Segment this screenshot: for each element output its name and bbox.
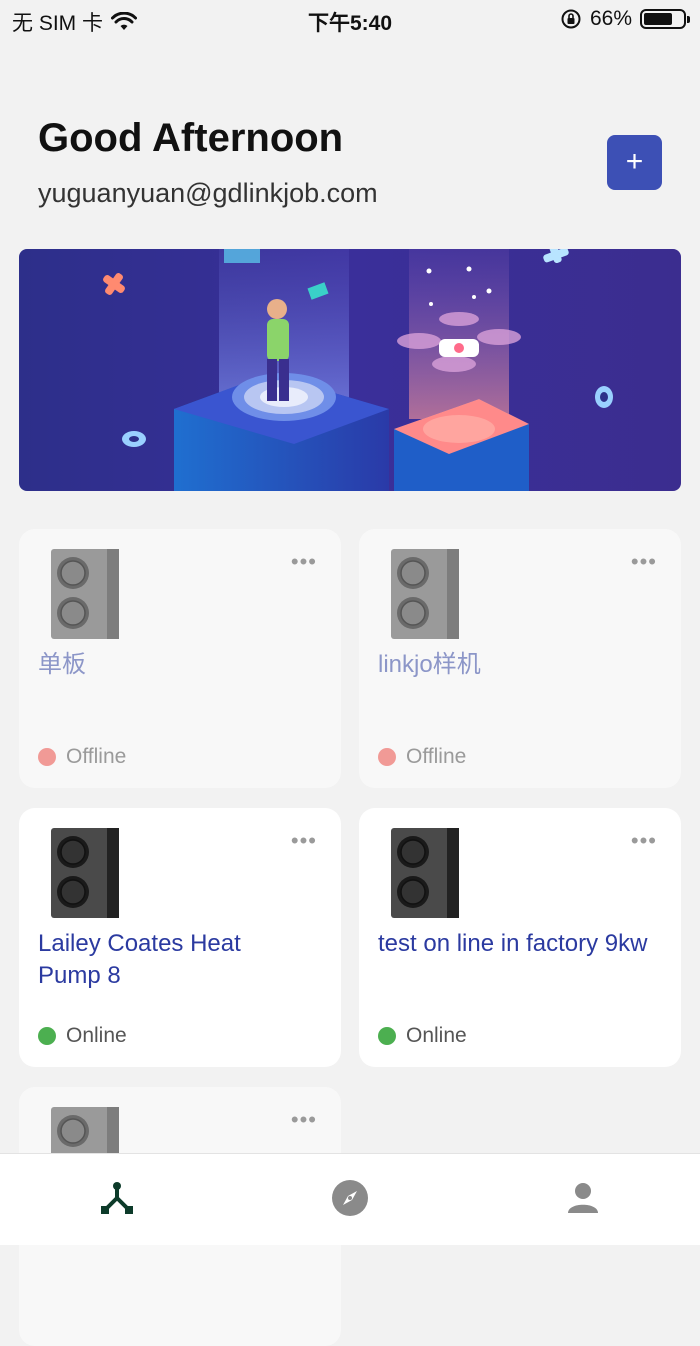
more-options-icon[interactable]: ••• (631, 551, 657, 573)
status-dot-icon (378, 1027, 396, 1045)
status-label: Offline (66, 745, 127, 768)
add-device-button[interactable]: + (607, 135, 662, 190)
device-status: Offline (38, 745, 126, 769)
user-email: yuguanyuan@gdlinkjob.com (38, 178, 378, 208)
device-card[interactable]: ••• 单板 Offline (19, 529, 341, 788)
status-bar: 无 SIM 卡 下午5:40 66% (0, 0, 700, 40)
device-card[interactable]: ••• test on line in factory 9kw Online (359, 808, 681, 1067)
more-options-icon[interactable]: ••• (291, 1109, 317, 1131)
status-label: Offline (406, 745, 467, 768)
device-card[interactable]: ••• linkjo样机 Offline (359, 529, 681, 788)
device-name: Lailey Coates Heat Pump 8 (38, 930, 241, 989)
heat-pump-icon (391, 549, 459, 639)
heat-pump-icon (391, 828, 459, 918)
battery-percent: 66% (589, 7, 632, 30)
status-dot-icon (378, 748, 396, 766)
greeting-title: Good Afternoon (38, 116, 344, 160)
status-label: Online (66, 1024, 127, 1047)
heat-pump-icon (51, 549, 119, 639)
person-icon[interactable] (563, 1178, 603, 1218)
status-dot-icon (38, 1027, 56, 1045)
banner-illustration (19, 249, 681, 491)
status-label: Online (406, 1024, 467, 1047)
bottom-tab-bar (0, 1153, 700, 1245)
banner-graphic (103, 249, 613, 491)
battery-icon (640, 9, 690, 29)
devices-icon[interactable] (97, 1178, 137, 1218)
device-name: test on line in factory 9kw (378, 930, 648, 957)
status-dot-icon (38, 748, 56, 766)
device-status: Online (378, 1024, 467, 1048)
device-status: Offline (378, 745, 466, 769)
more-options-icon[interactable]: ••• (291, 830, 317, 852)
device-name: linkjo样机 (378, 651, 481, 678)
heat-pump-icon (51, 828, 119, 918)
more-options-icon[interactable]: ••• (631, 830, 657, 852)
device-card[interactable]: ••• Lailey Coates Heat Pump 8 Online (19, 808, 341, 1067)
device-name: 单板 (38, 651, 86, 678)
device-status: Online (38, 1024, 127, 1048)
compass-icon[interactable] (330, 1178, 370, 1218)
orientation-lock-icon (561, 9, 581, 29)
more-options-icon[interactable]: ••• (291, 551, 317, 573)
